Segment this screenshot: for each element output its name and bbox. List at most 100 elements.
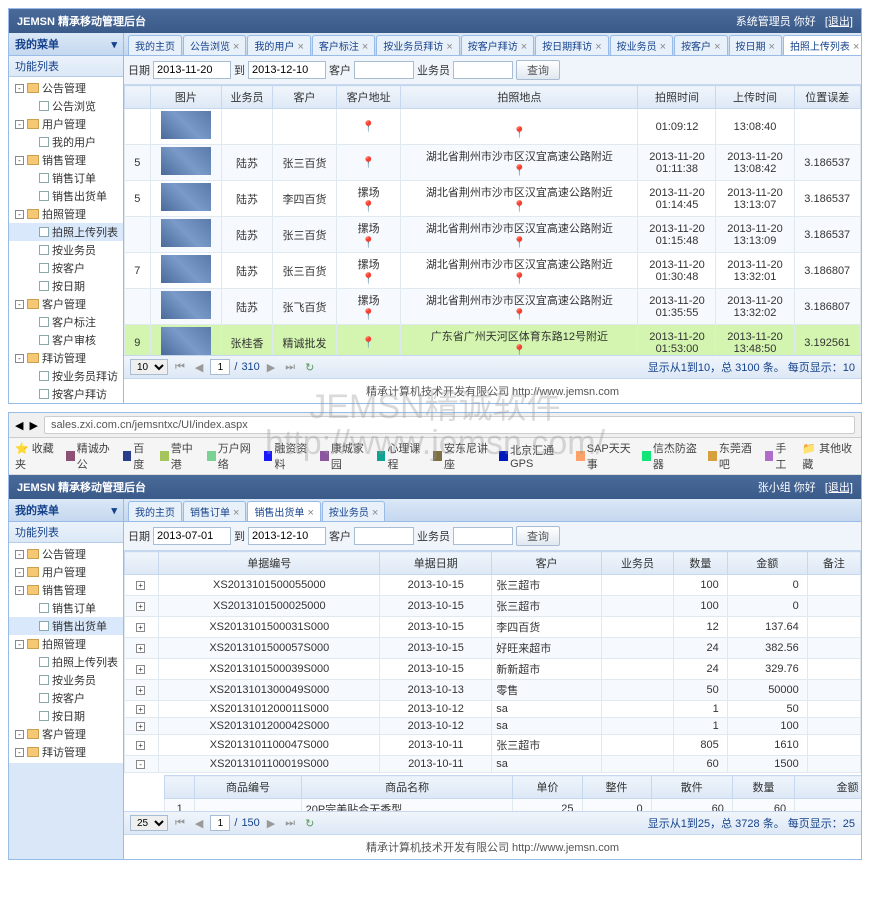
pin-icon[interactable]: 📍 [513, 309, 527, 321]
sub-row[interactable]: 120P完美贴合无香型25060601500 [165, 799, 862, 812]
bookmark[interactable]: 康城家园 [320, 440, 369, 472]
tree-item[interactable]: 销售出货单 [9, 187, 123, 205]
page-size[interactable]: 10 [130, 359, 168, 375]
pin-icon[interactable]: 📍 [362, 337, 376, 349]
close-icon[interactable]: × [372, 507, 378, 519]
table-row[interactable]: +XS20131015000250002013-10-15张三超市1000 [125, 596, 861, 617]
side-menu-hd[interactable]: 我的菜单▾ [9, 33, 123, 56]
tab[interactable]: 销售出货单× [247, 501, 320, 521]
last-page-icon[interactable]: ⏭ [282, 361, 298, 374]
expand-icon[interactable]: + [136, 686, 145, 695]
url-bar[interactable]: sales.zxi.com.cn/jemsntxc/UI/index.aspx [44, 416, 855, 434]
pin-icon[interactable]: 📍 [513, 201, 527, 213]
tree-item[interactable]: 客户标注 [9, 313, 123, 331]
tree-item[interactable]: 按日期 [9, 707, 123, 725]
cust-input-2[interactable] [354, 527, 414, 545]
table-row[interactable]: 陆苏张飞百货摞场📍湖北省荆州市沙市区汉宜高速公路附近📍2013-11-2001:… [125, 289, 861, 325]
table-row[interactable]: +XS2013101100047S0002013-10-11张三超市805161… [125, 735, 861, 756]
tree-group[interactable]: -客户管理 [9, 295, 123, 313]
tree-group[interactable]: -拜访管理 [9, 349, 123, 367]
tree-item[interactable]: 拍照上传列表 [9, 223, 123, 241]
tab[interactable]: 我的用户× [247, 35, 310, 55]
bookmark[interactable]: 万户网络 [207, 440, 256, 472]
expand-icon[interactable]: + [136, 722, 145, 731]
logout-link-2[interactable]: [退出] [825, 482, 853, 494]
thumb[interactable] [161, 255, 211, 283]
close-icon[interactable]: × [853, 41, 859, 53]
thumb[interactable] [161, 327, 211, 355]
tree-group[interactable]: -客户管理 [9, 725, 123, 743]
tab[interactable]: 销售订单× [183, 501, 246, 521]
bookmark[interactable]: 安东尼讲座 [433, 440, 491, 472]
refresh-icon[interactable]: ↻ [302, 361, 317, 374]
tab[interactable]: 按客户× [674, 35, 727, 55]
table-row[interactable]: +XS2013101200011S0002013-10-12sa150 [125, 701, 861, 718]
bookmark[interactable]: 信杰防盗器 [642, 440, 700, 472]
back-icon[interactable]: ◀ [15, 419, 23, 432]
tree-item[interactable]: 按业务员 [9, 241, 123, 259]
date-from-2[interactable] [153, 527, 231, 545]
close-icon[interactable]: × [297, 41, 303, 53]
next-page-icon[interactable]: ▶ [264, 361, 278, 374]
tree-item[interactable]: 按业务员拜访 [9, 367, 123, 385]
tree-group[interactable]: -销售管理 [9, 581, 123, 599]
close-icon[interactable]: × [233, 507, 239, 519]
table-row[interactable]: +XS20131015000550002013-10-15张三超市1000 [125, 575, 861, 596]
tab[interactable]: 按日期拜访× [535, 35, 608, 55]
pin-icon[interactable]: 📍 [513, 127, 527, 139]
expand-icon[interactable]: + [136, 665, 145, 674]
table-row[interactable]: 📍📍01:09:1213:08:40 [125, 109, 861, 145]
chevron-down-icon[interactable]: ▾ [111, 504, 117, 517]
table-row[interactable]: 5陆苏李四百货摞场📍湖北省荆州市沙市区汉宜高速公路附近📍2013-11-2001… [125, 181, 861, 217]
tab[interactable]: 公告浏览× [183, 35, 246, 55]
tree-item[interactable]: 销售订单 [9, 599, 123, 617]
close-icon[interactable]: × [769, 41, 775, 53]
first-page-icon[interactable]: ⏮ [172, 361, 188, 374]
tree-group[interactable]: -拜访管理 [9, 743, 123, 761]
tab[interactable]: 我的主页 [128, 35, 182, 55]
logout-link[interactable]: [退出] [825, 16, 853, 28]
expand-icon[interactable]: + [136, 623, 145, 632]
table-row[interactable]: +XS2013101200042S0002013-10-12sa1100 [125, 718, 861, 735]
close-icon[interactable]: × [233, 41, 239, 53]
tree-item[interactable]: 销售出货单 [9, 617, 123, 635]
prev-page-icon[interactable]: ◀ [192, 361, 206, 374]
table-row[interactable]: +XS2013101500057S0002013-10-15好旺来超市24382… [125, 638, 861, 659]
sales-input-2[interactable] [453, 527, 513, 545]
bookmark[interactable]: 融资资料 [264, 440, 313, 472]
tree-item[interactable]: 拍照上传列表 [9, 653, 123, 671]
expand-icon[interactable]: + [136, 581, 145, 590]
close-icon[interactable]: × [521, 41, 527, 53]
table-row[interactable]: +XS2013101500039S0002013-10-15新新超市24329.… [125, 659, 861, 680]
side-list-hd[interactable]: 功能列表 [9, 56, 123, 77]
table-row[interactable]: +XS2013101500031S0002013-10-15李四百货12137.… [125, 617, 861, 638]
close-icon[interactable]: × [307, 507, 313, 519]
query-button[interactable]: 查询 [516, 60, 560, 80]
tab[interactable]: 按日期× [729, 35, 782, 55]
expand-icon[interactable]: - [136, 760, 145, 769]
date-from[interactable] [153, 61, 231, 79]
tree-group[interactable]: -用户管理 [9, 115, 123, 133]
tab[interactable]: 按业务员× [610, 35, 673, 55]
pin-icon[interactable]: 📍 [513, 165, 527, 177]
other-bookmarks[interactable]: 📁 其他收藏 [802, 440, 855, 472]
tab[interactable]: 我的主页 [128, 501, 182, 521]
tree-item[interactable]: 客户审核 [9, 331, 123, 349]
pin-icon[interactable]: 📍 [513, 273, 527, 285]
bookmark[interactable]: 手工 [765, 440, 794, 472]
tree-group[interactable]: -公告管理 [9, 79, 123, 97]
bookmark[interactable]: 心理课程 [377, 440, 426, 472]
tree-item[interactable]: 按客户 [9, 689, 123, 707]
tree-group[interactable]: -拍照管理 [9, 205, 123, 223]
expand-icon[interactable]: + [136, 741, 145, 750]
query-button-2[interactable]: 查询 [516, 526, 560, 546]
tree-item[interactable]: 公告浏览 [9, 97, 123, 115]
tree-item[interactable]: 按客户拜访 [9, 385, 123, 403]
tree-item[interactable]: 按业务员 [9, 671, 123, 689]
tab[interactable]: 按业务员× [322, 501, 385, 521]
pin-icon[interactable]: 📍 [362, 157, 376, 169]
thumb[interactable] [161, 183, 211, 211]
pin-icon[interactable]: 📍 [362, 309, 376, 321]
tree-item[interactable]: 销售订单 [9, 169, 123, 187]
tab[interactable]: 按业务员拜访× [376, 35, 459, 55]
